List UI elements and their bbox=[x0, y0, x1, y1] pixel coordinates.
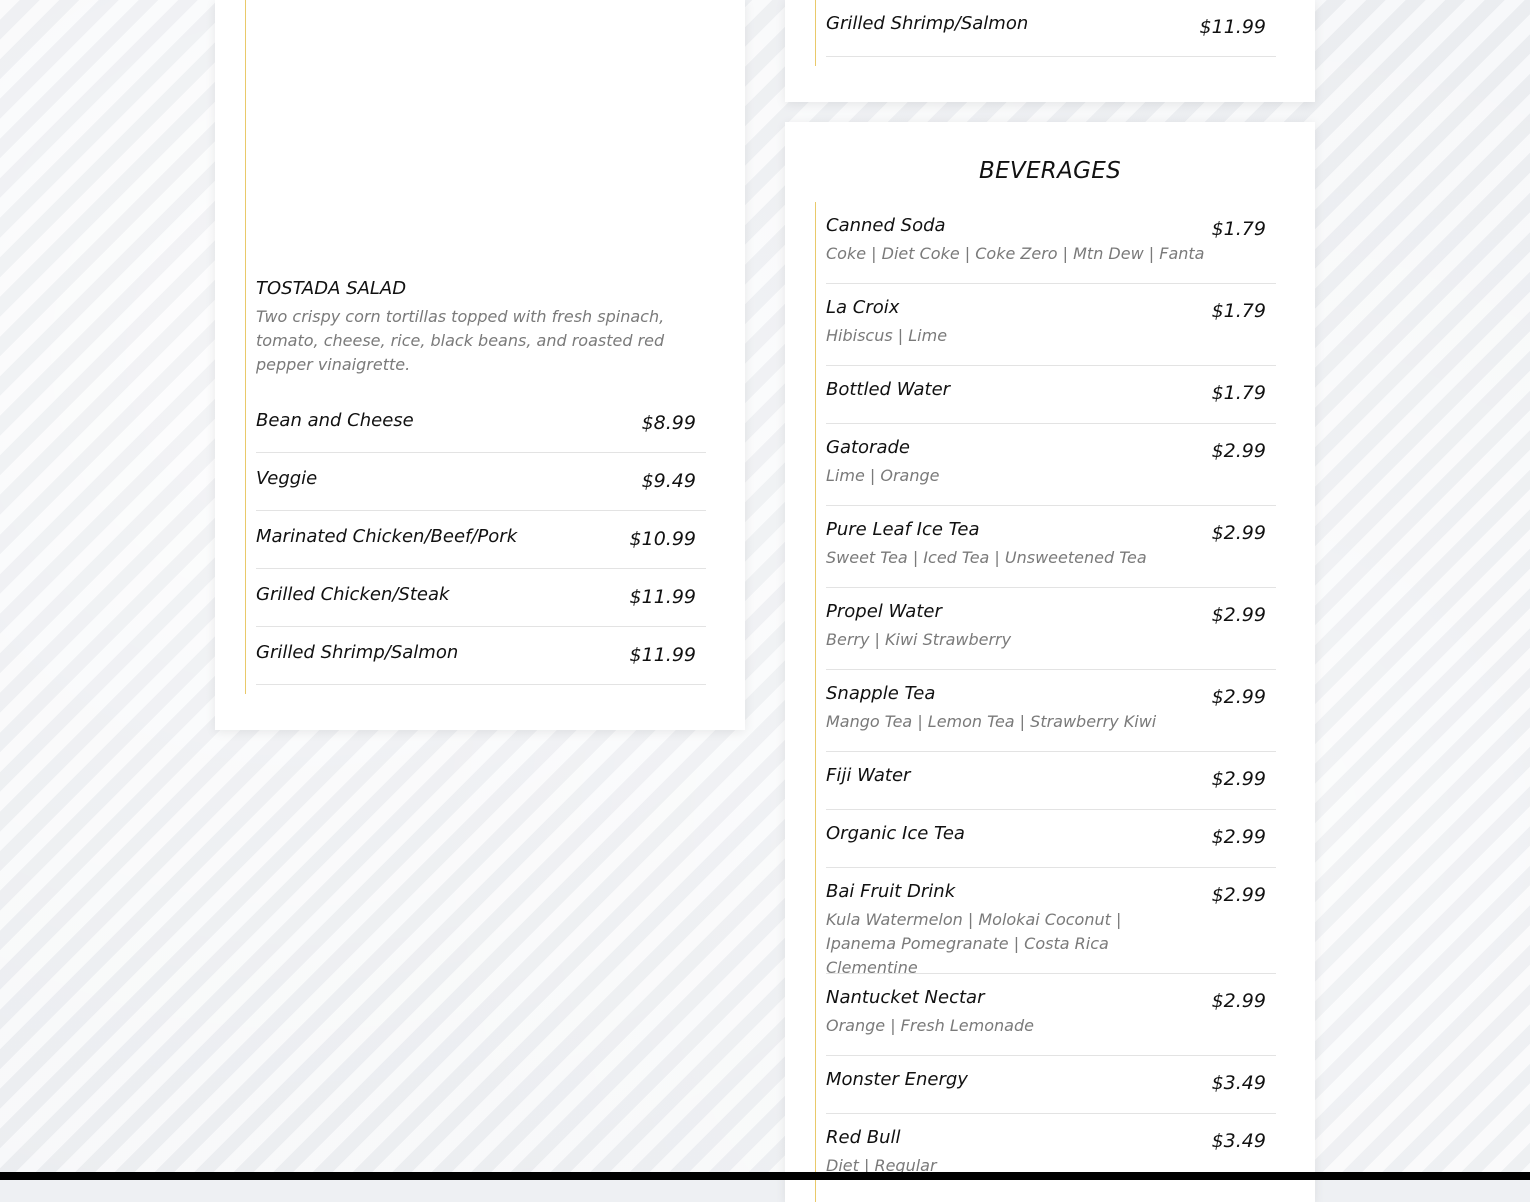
right-top-list: Grilled Shrimp/Salmon $11.99 bbox=[816, 0, 1276, 57]
menu-item-price: $10.99 bbox=[629, 528, 696, 550]
menu-item-row[interactable]: Monster Energy $3.49 bbox=[826, 1056, 1276, 1114]
menu-item-name: Grilled Shrimp/Salmon bbox=[826, 13, 1029, 34]
menu-item-name: Grilled Shrimp/Salmon bbox=[256, 642, 459, 663]
section-title-beverages: BEVERAGES bbox=[979, 158, 1121, 184]
menu-item-description: Lime | Orange bbox=[826, 466, 940, 485]
menu-item-price: $11.99 bbox=[1199, 16, 1266, 38]
menu-item-price: $9.49 bbox=[641, 470, 696, 492]
menu-item-price: $2.99 bbox=[1211, 440, 1266, 462]
menu-item-description: Sweet Tea | Iced Tea | Unsweetened Tea bbox=[826, 548, 1147, 567]
menu-item-name: Pure Leaf Ice Tea bbox=[826, 519, 980, 540]
tostada-image-placeholder bbox=[256, 0, 706, 270]
menu-item-row[interactable]: Nantucket Nectar Orange | Fresh Lemonade… bbox=[826, 974, 1276, 1056]
menu-item-description: Coke | Diet Coke | Coke Zero | Mtn Dew |… bbox=[826, 244, 1205, 263]
menu-item-row[interactable]: Bai Fruit Drink Kula Watermelon | Moloka… bbox=[826, 868, 1276, 977]
menu-item-row[interactable]: Organic Ice Tea $2.99 bbox=[826, 810, 1276, 868]
menu-item-row[interactable]: Canned Soda Coke | Diet Coke | Coke Zero… bbox=[826, 202, 1276, 284]
menu-item-name: La Croix bbox=[826, 297, 900, 318]
menu-item-description: Berry | Kiwi Strawberry bbox=[826, 630, 1012, 649]
menu-item-price: $2.99 bbox=[1211, 990, 1266, 1012]
menu-item-name: Gatorade bbox=[826, 437, 910, 458]
menu-item-row[interactable]: Pure Leaf Ice Tea Sweet Tea | Iced Tea |… bbox=[826, 506, 1276, 588]
menu-card-left: TOSTADA SALAD Two crispy corn tortillas … bbox=[215, 0, 745, 730]
menu-item-row[interactable]: Bean and Cheese $8.99 bbox=[256, 395, 706, 453]
menu-item-description: Kula Watermelon | Molokai Coconut | Ipan… bbox=[826, 910, 1122, 977]
menu-item-name: Veggie bbox=[256, 468, 318, 489]
menu-item-description: Orange | Fresh Lemonade bbox=[826, 1016, 1034, 1035]
menu-item-name: Marinated Chicken/Beef/Pork bbox=[256, 526, 518, 547]
menu-item-row[interactable]: Grilled Shrimp/Salmon $11.99 bbox=[826, 0, 1276, 57]
menu-item-price: $1.79 bbox=[1211, 300, 1266, 322]
menu-item-name: Monster Energy bbox=[826, 1069, 968, 1090]
menu-item-row[interactable]: Bottled Water $1.79 bbox=[826, 366, 1276, 424]
menu-item-row[interactable]: Red Bull Diet | Regular $3.49 bbox=[826, 1114, 1276, 1196]
menu-item-row[interactable]: Propel Water Berry | Kiwi Strawberry $2.… bbox=[826, 588, 1276, 670]
menu-item-price: $2.99 bbox=[1211, 768, 1266, 790]
menu-item-name: Canned Soda bbox=[826, 215, 946, 236]
menu-item-row[interactable]: Marinated Chicken/Beef/Pork $10.99 bbox=[256, 511, 706, 569]
menu-item-name: Red Bull bbox=[826, 1127, 901, 1148]
menu-item-price: $1.79 bbox=[1211, 382, 1266, 404]
menu-item-price: $2.99 bbox=[1211, 884, 1266, 906]
menu-item-price: $8.99 bbox=[641, 412, 696, 434]
tostada-description: Two crispy corn tortillas topped with fr… bbox=[256, 307, 665, 374]
tostada-title: TOSTADA SALAD bbox=[256, 278, 407, 299]
menu-item-price: $2.99 bbox=[1211, 604, 1266, 626]
menu-item-price: $2.99 bbox=[1211, 686, 1266, 708]
menu-item-row[interactable]: Snapple Tea Mango Tea | Lemon Tea | Stra… bbox=[826, 670, 1276, 752]
tostada-options-list: Bean and Cheese $8.99 Veggie $9.49 Marin… bbox=[246, 395, 706, 685]
menu-card-right-top: Grilled Shrimp/Salmon $11.99 bbox=[785, 0, 1315, 102]
menu-item-price: $11.99 bbox=[629, 644, 696, 666]
menu-item-row[interactable]: Gatorade Lime | Orange $2.99 bbox=[826, 424, 1276, 506]
menu-item-name: Organic Ice Tea bbox=[826, 823, 965, 844]
menu-item-row[interactable]: Fiji Water $2.99 bbox=[826, 752, 1276, 810]
bottom-bar bbox=[0, 1172, 1530, 1180]
beverage-list: Canned Soda Coke | Diet Coke | Coke Zero… bbox=[816, 202, 1276, 1196]
menu-item-name: Bean and Cheese bbox=[256, 410, 414, 431]
menu-item-price: $2.99 bbox=[1211, 522, 1266, 544]
menu-item-price: $11.99 bbox=[629, 586, 696, 608]
menu-item-row[interactable]: Veggie $9.49 bbox=[256, 453, 706, 511]
menu-item-name: Snapple Tea bbox=[826, 683, 936, 704]
menu-item-row[interactable]: La Croix Hibiscus | Lime $1.79 bbox=[826, 284, 1276, 366]
menu-item-name: Bai Fruit Drink bbox=[826, 881, 956, 902]
menu-item-price: $1.79 bbox=[1211, 218, 1266, 240]
menu-item-row[interactable]: Grilled Chicken/Steak $11.99 bbox=[256, 569, 706, 627]
menu-item-name: Propel Water bbox=[826, 601, 942, 622]
menu-item-name: Nantucket Nectar bbox=[826, 987, 985, 1008]
menu-item-description: Hibiscus | Lime bbox=[826, 326, 948, 345]
menu-item-price: $2.99 bbox=[1211, 826, 1266, 848]
menu-item-price: $3.49 bbox=[1211, 1072, 1266, 1094]
menu-item-name: Bottled Water bbox=[826, 379, 951, 400]
menu-item-row[interactable]: Grilled Shrimp/Salmon $11.99 bbox=[256, 627, 706, 685]
tostada-salad-header: TOSTADA SALAD Two crispy corn tortillas … bbox=[256, 278, 706, 377]
menu-item-description: Mango Tea | Lemon Tea | Strawberry Kiwi bbox=[826, 712, 1157, 731]
menu-card-beverages: BEVERAGES Canned Soda Coke | Diet Coke |… bbox=[785, 122, 1315, 1202]
menu-item-price: $3.49 bbox=[1211, 1130, 1266, 1152]
menu-item-name: Fiji Water bbox=[826, 765, 911, 786]
menu-item-name: Grilled Chicken/Steak bbox=[256, 584, 450, 605]
